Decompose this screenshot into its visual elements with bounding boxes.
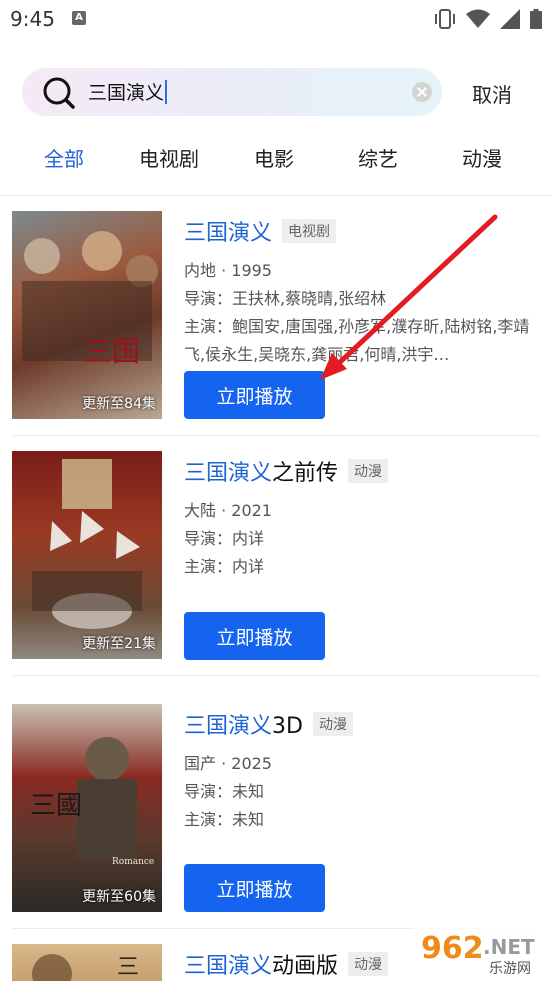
type-tag: 动漫 [348, 952, 389, 976]
divider [12, 435, 540, 436]
search-icon [43, 77, 75, 109]
svg-text:Romance: Romance [112, 857, 154, 867]
vibrate-icon [435, 9, 455, 29]
cast: 主演：未知 [184, 810, 265, 829]
type-tag: 动漫 [348, 459, 389, 483]
tab-tv[interactable]: 电视剧 [139, 143, 199, 172]
svg-text:三國: 三國 [30, 791, 82, 821]
svg-text:乐游网: 乐游网 [489, 961, 531, 977]
divider [0, 195, 552, 196]
watermark-logo: 962 .NET 乐游网 [413, 918, 551, 980]
director: 导演：未知 [184, 782, 265, 801]
cast: 主演：内详 [184, 557, 265, 576]
result-title[interactable]: 三国演义动画版 动漫 [184, 948, 389, 980]
cancel-button[interactable]: 取消 [472, 79, 512, 108]
episode-badge: 更新至21集 [82, 636, 156, 652]
poster-image[interactable]: 三國 Romance 更新至60集 [12, 704, 162, 912]
episode-badge: 更新至60集 [82, 889, 156, 905]
clear-icon[interactable] [412, 82, 432, 102]
battery-icon [530, 9, 542, 29]
director: 导演：内详 [184, 529, 265, 548]
svg-text:三: 三 [117, 955, 139, 980]
type-tag: 电视剧 [282, 219, 337, 243]
poster-art: 三国 [22, 231, 158, 368]
category-tabs: 全部 电视剧 电影 综艺 动漫 [0, 143, 552, 179]
play-button[interactable]: 立即播放 [184, 371, 325, 419]
region-year: 大陆 · 2021 [184, 501, 272, 520]
play-button[interactable]: 立即播放 [184, 612, 325, 660]
tab-movie[interactable]: 电影 [254, 143, 294, 172]
type-tag: 动漫 [312, 712, 353, 736]
tab-anime[interactable]: 动漫 [462, 143, 502, 172]
notification-icon: A [72, 11, 86, 25]
play-button[interactable]: 立即播放 [184, 864, 325, 912]
region-year: 国产 · 2025 [184, 754, 272, 773]
svg-text:.NET: .NET [483, 935, 535, 959]
poster-image[interactable]: 三 [12, 944, 162, 981]
svg-text:三国: 三国 [84, 335, 140, 368]
signal-icon [500, 9, 520, 29]
wifi-icon [466, 9, 490, 28]
status-time: 9:45 [10, 7, 55, 31]
result-title[interactable]: 三国演义之前传 动漫 [184, 455, 389, 487]
poster-art [32, 459, 142, 629]
svg-text:962: 962 [421, 931, 484, 966]
result-title[interactable]: 三国演义3D 动漫 [184, 708, 353, 740]
poster-image[interactable]: 更新至21集 [12, 451, 162, 659]
region-year: 内地 · 1995 [184, 261, 272, 280]
tab-variety[interactable]: 综艺 [358, 143, 398, 172]
cast: 主演：鲍国安,唐国强,孙彦军,濮存昕,陆树铭,李靖飞,侯永生,吴晓东,龚丽君,何… [184, 317, 530, 364]
status-icons [434, 9, 542, 29]
tab-all[interactable]: 全部 [44, 143, 84, 172]
search-input[interactable]: 三国演义 [88, 78, 168, 106]
poster-art: 三國 Romance [30, 737, 154, 867]
poster-art: 三 [32, 954, 139, 981]
poster-image[interactable]: 三国 更新至84集 [12, 211, 162, 419]
status-bar: 9:45 A [0, 0, 552, 40]
result-title[interactable]: 三国演义 电视剧 [184, 215, 337, 247]
search-box[interactable]: 三国演义 [22, 68, 442, 116]
episode-badge: 更新至84集 [82, 396, 156, 412]
divider [12, 675, 540, 676]
director: 导演：王扶林,蔡晓晴,张绍林 [184, 289, 387, 308]
